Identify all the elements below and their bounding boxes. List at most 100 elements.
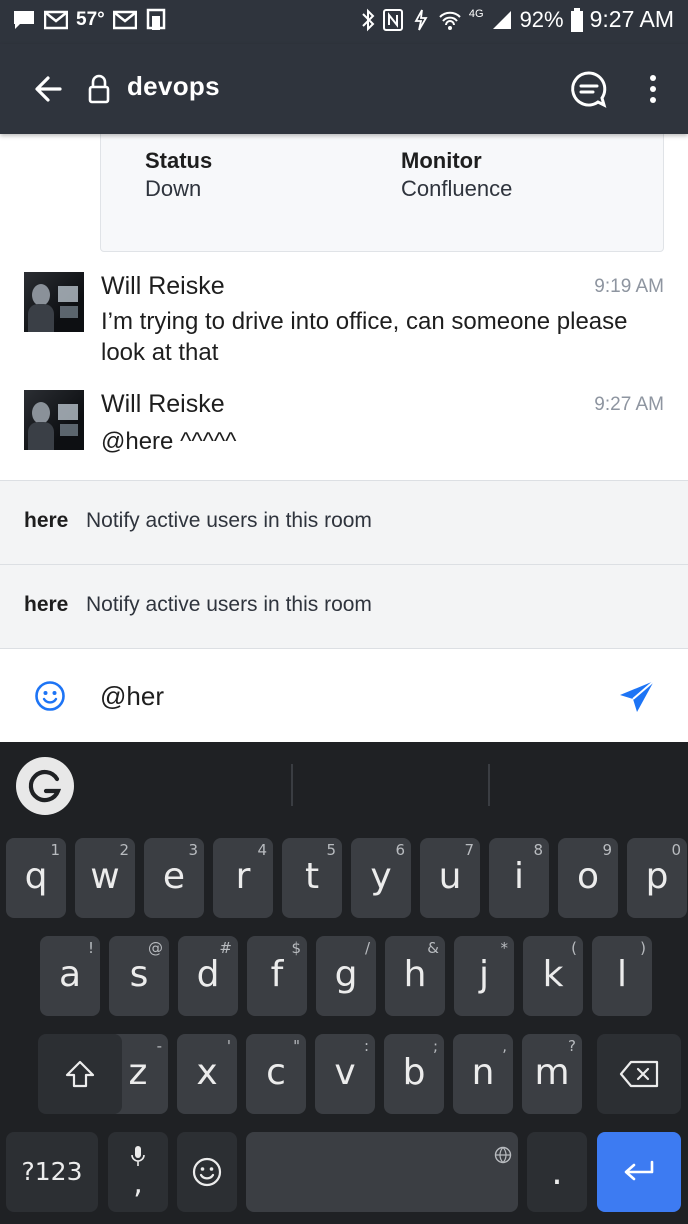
app-notification-icon — [146, 8, 165, 30]
mention-description: Notify active users in this room — [86, 509, 372, 532]
key-label: p — [645, 856, 669, 897]
key-e[interactable]: 3e — [144, 838, 204, 918]
key-label: r — [235, 856, 251, 897]
key-w[interactable]: 2w — [75, 838, 135, 918]
space-key[interactable] — [246, 1132, 518, 1212]
key-g[interactable]: / g — [316, 936, 376, 1016]
clock: 9:27 AM — [589, 6, 674, 32]
temperature-text: 57° — [76, 9, 105, 30]
key-label: h — [403, 954, 427, 995]
avatar[interactable] — [24, 390, 84, 450]
attachment-field-label: Status — [145, 148, 213, 173]
attachment-field-status: Status Down — [145, 147, 212, 203]
grammarly-icon[interactable] — [16, 757, 74, 815]
key-label: b — [402, 1052, 426, 1093]
key-label: w — [90, 856, 120, 897]
status-left: 57° — [12, 8, 167, 32]
period-key-label: . — [551, 1152, 563, 1193]
status-right: 4G 92% 9:27 AM — [361, 6, 674, 33]
mention-suggestion[interactable]: here Notify active users in this room — [0, 480, 688, 564]
message-author[interactable]: Will Reiske — [101, 272, 225, 301]
key-k[interactable]: (k — [523, 936, 583, 1016]
period-key[interactable]: . — [527, 1132, 587, 1212]
key-label: c — [266, 1052, 286, 1093]
gmail-icon — [44, 10, 68, 30]
threads-icon[interactable] — [570, 70, 608, 108]
key-label: n — [471, 1052, 495, 1093]
key-j[interactable]: * j — [454, 936, 514, 1016]
wifi-icon — [439, 11, 461, 30]
send-icon[interactable] — [618, 679, 656, 715]
key-label: m — [534, 1052, 570, 1093]
key-m[interactable]: ? m — [522, 1034, 582, 1114]
email-icon — [112, 10, 137, 30]
toolbar-divider — [291, 764, 293, 806]
key-label: e — [162, 856, 186, 897]
key-r[interactable]: 4r — [213, 838, 273, 918]
message-author[interactable]: Will Reiske — [101, 390, 225, 419]
symbols-key-label: ?123 — [21, 1157, 83, 1186]
key-n[interactable]: ,n — [453, 1034, 513, 1114]
key-label: k — [542, 954, 564, 995]
attachment-field-label: Monitor — [401, 148, 482, 173]
emoji-icon[interactable] — [34, 680, 66, 712]
comma-label: , — [133, 1166, 143, 1201]
battery-icon — [570, 7, 583, 32]
key-h[interactable]: & h — [385, 936, 445, 1016]
key-l[interactable]: ) l — [592, 936, 652, 1016]
mention-name: here — [24, 509, 69, 532]
key-p[interactable]: 0p — [627, 838, 687, 918]
room-title[interactable]: devops — [127, 71, 220, 102]
shift-key[interactable] — [38, 1034, 122, 1114]
key-label: q — [24, 856, 48, 897]
key-s[interactable]: @ s — [109, 936, 169, 1016]
chat-notification-icon — [14, 11, 34, 29]
app-bar: devops — [0, 44, 688, 134]
key-f[interactable]: $ f — [247, 936, 307, 1016]
key-b[interactable]: ; b — [384, 1034, 444, 1114]
keyboard-toolbar — [0, 742, 688, 828]
toolbar-divider — [488, 764, 490, 806]
key-label: f — [270, 954, 284, 995]
message-attachment: Status Down Monitor Confluence — [100, 134, 664, 252]
key-label: j — [478, 954, 489, 995]
key-o[interactable]: 9o — [558, 838, 618, 918]
key-label: g — [334, 954, 358, 995]
message-list[interactable]: Status Down Monitor Confluence Will Reis… — [0, 134, 688, 480]
mention-description: Notify active users in this room — [86, 593, 372, 616]
key-d[interactable]: # d — [178, 936, 238, 1016]
key-u[interactable]: 7u — [420, 838, 480, 918]
key-label: t — [304, 856, 320, 897]
key-label: d — [196, 954, 220, 995]
voice-input-key[interactable]: , — [108, 1132, 168, 1212]
more-options-icon[interactable] — [640, 70, 666, 108]
key-y[interactable]: 6y — [351, 838, 411, 918]
key-i[interactable]: 8i — [489, 838, 549, 918]
key-t[interactable]: 5t — [282, 838, 342, 918]
key-a[interactable]: ! a — [40, 936, 100, 1016]
attachment-field-value: Down — [145, 176, 202, 201]
mention-suggestion[interactable]: here Notify active users in this room — [0, 564, 688, 648]
backspace-key[interactable] — [597, 1034, 681, 1114]
battery-percent: 92% — [519, 6, 564, 32]
emoji-key[interactable] — [177, 1132, 237, 1212]
key-label: x — [196, 1052, 218, 1093]
signal-icon — [492, 10, 511, 29]
key-v[interactable]: :v — [315, 1034, 375, 1114]
data-saver-icon — [414, 9, 428, 30]
symbols-key[interactable]: ?123 — [6, 1132, 98, 1212]
message-input[interactable] — [100, 677, 580, 715]
mention-name: here — [24, 593, 69, 616]
key-label: i — [513, 856, 524, 897]
avatar[interactable] — [24, 272, 84, 332]
message-time: 9:19 AM — [594, 276, 664, 297]
key-c[interactable]: " c — [246, 1034, 306, 1114]
key-label: s — [129, 954, 149, 995]
enter-key[interactable] — [597, 1132, 681, 1212]
key-label: u — [438, 856, 462, 897]
back-arrow-icon[interactable] — [30, 71, 66, 107]
key-x[interactable]: ' x — [177, 1034, 237, 1114]
key-q[interactable]: 1q — [6, 838, 66, 918]
message-text: I’m trying to drive into office, can som… — [101, 308, 628, 366]
network-type-text: 4G — [468, 8, 484, 20]
